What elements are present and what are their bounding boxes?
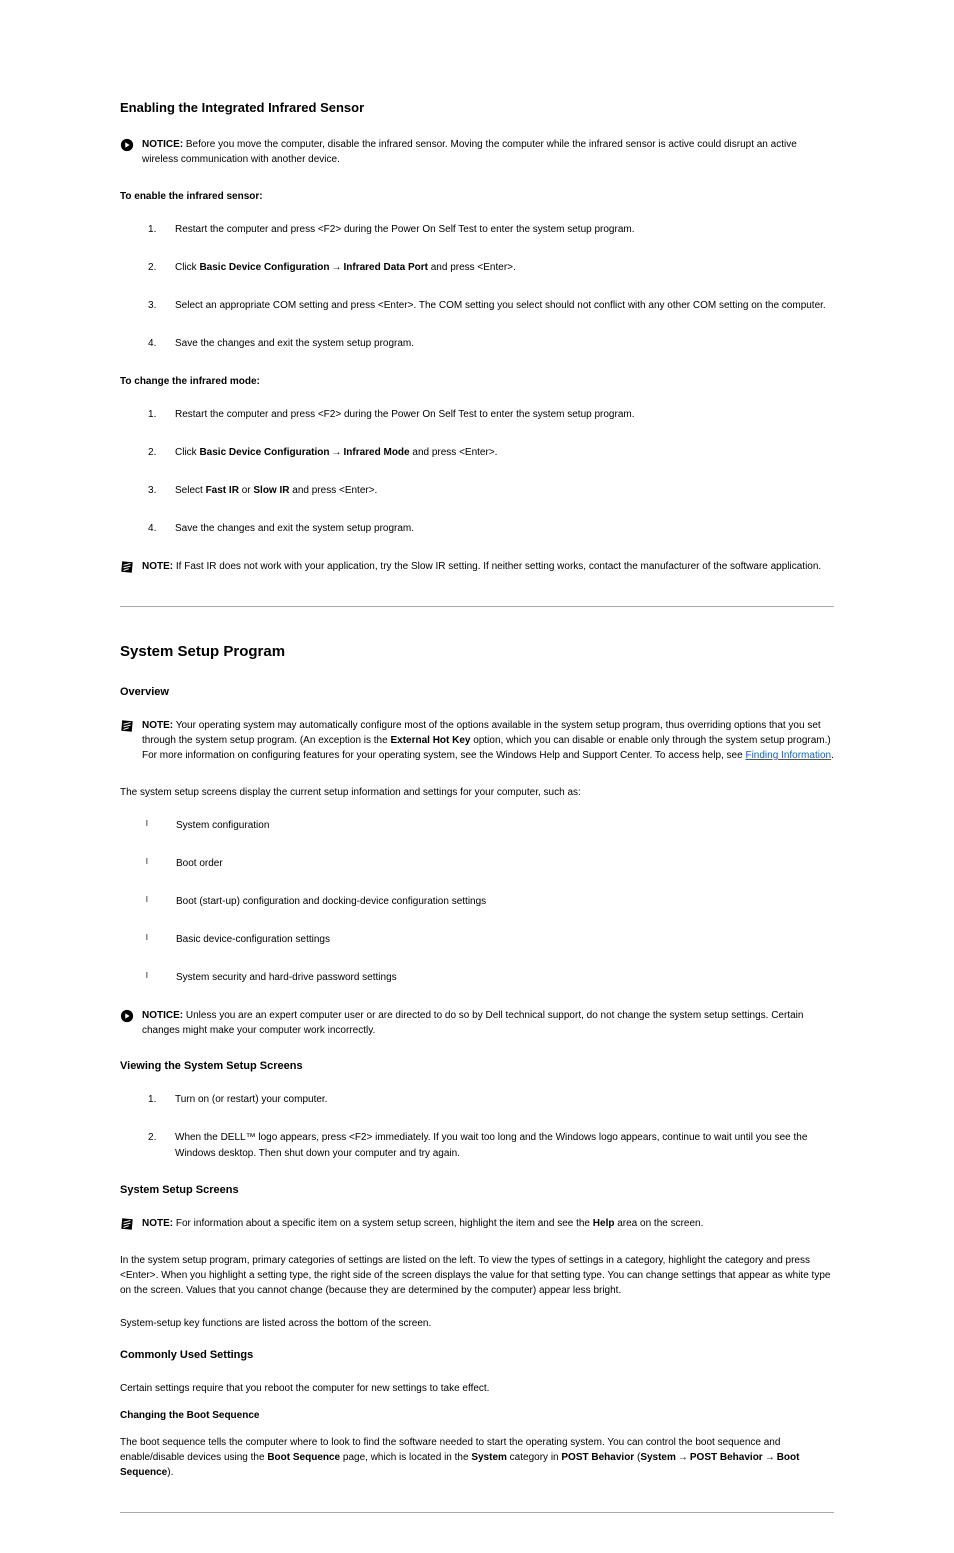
viewing-steps: Turn on (or restart) your computer. When… xyxy=(120,1092,834,1162)
boot-sequence-para: The boot sequence tells the computer whe… xyxy=(120,1435,834,1480)
step: Click Basic Device Configuration→Infrare… xyxy=(120,260,834,276)
step: Save the changes and exit the system set… xyxy=(120,521,834,537)
screens-para1: In the system setup program, primary cat… xyxy=(120,1253,834,1298)
notice-body: Before you move the computer, disable th… xyxy=(142,139,797,165)
note-icon xyxy=(120,719,134,733)
section-divider xyxy=(120,1512,834,1513)
notice-text: NOTICE: Unless you are an expert compute… xyxy=(142,1008,834,1038)
arrow-icon: → xyxy=(676,1452,690,1463)
notice-block: NOTICE: Before you move the computer, di… xyxy=(120,137,834,167)
finding-information-link[interactable]: Finding Information xyxy=(745,750,831,761)
screens-para2: System-setup key functions are listed ac… xyxy=(120,1316,834,1331)
note-icon xyxy=(120,560,134,574)
step: When the DELL™ logo appears, press <F2> … xyxy=(120,1130,834,1162)
note-body: If Fast IR does not work with your appli… xyxy=(176,561,821,572)
notice-block: NOTICE: Unless you are an expert compute… xyxy=(120,1008,834,1038)
overview-para: The system setup screens display the cur… xyxy=(120,785,834,800)
note-block: NOTE: For information about a specific i… xyxy=(120,1216,834,1231)
step: Click Basic Device Configuration→Infrare… xyxy=(120,445,834,461)
viewing-heading: Viewing the System Setup Screens xyxy=(120,1060,834,1072)
overview-heading: Overview xyxy=(120,686,834,698)
list-item: Boot (start-up) configuration and dockin… xyxy=(146,894,834,910)
step: Restart the computer and press <F2> duri… xyxy=(120,222,834,238)
section-heading-syssetup: System Setup Program xyxy=(120,643,834,660)
settings-list: System configuration Boot order Boot (st… xyxy=(120,818,834,986)
chboot-heading: Changing the Boot Sequence xyxy=(120,1408,834,1423)
section-divider xyxy=(120,606,834,607)
list-item: System security and hard-drive password … xyxy=(146,970,834,986)
screens-heading: System Setup Screens xyxy=(120,1184,834,1196)
note-icon xyxy=(120,1217,134,1231)
notice-icon xyxy=(120,1009,134,1023)
arrow-icon: → xyxy=(763,1452,777,1463)
step: Select an appropriate COM setting and pr… xyxy=(120,298,834,314)
step: Select Fast IR or Slow IR and press <Ent… xyxy=(120,483,834,499)
change-heading: To change the infrared mode: xyxy=(120,374,834,389)
note-text: NOTE: For information about a specific i… xyxy=(142,1216,703,1231)
note-text: NOTE: Your operating system may automati… xyxy=(142,718,834,763)
note-text: NOTE: If Fast IR does not work with your… xyxy=(142,559,821,574)
notice-text: NOTICE: Before you move the computer, di… xyxy=(142,137,834,167)
step: Turn on (or restart) your computer. xyxy=(120,1092,834,1108)
arrow-icon: → xyxy=(329,262,343,273)
notice-body: Unless you are an expert computer user o… xyxy=(142,1010,803,1036)
note-block: NOTE: If Fast IR does not work with your… xyxy=(120,559,834,574)
enable-heading: To enable the infrared sensor: xyxy=(120,189,834,204)
note-body: For information about a specific item on… xyxy=(176,1218,704,1229)
list-item: Basic device-configuration settings xyxy=(146,932,834,948)
common-para: Certain settings require that you reboot… xyxy=(120,1381,834,1396)
list-item: System configuration xyxy=(146,818,834,834)
section-heading-infrared: Enabling the Integrated Infrared Sensor xyxy=(120,100,834,115)
common-heading: Commonly Used Settings xyxy=(120,1349,834,1361)
step: Save the changes and exit the system set… xyxy=(120,336,834,352)
notice-icon xyxy=(120,138,134,152)
list-item: Boot order xyxy=(146,856,834,872)
step: Restart the computer and press <F2> duri… xyxy=(120,407,834,423)
arrow-icon: → xyxy=(329,447,343,458)
enable-steps: Restart the computer and press <F2> duri… xyxy=(120,222,834,352)
change-steps: Restart the computer and press <F2> duri… xyxy=(120,407,834,537)
note-block: NOTE: Your operating system may automati… xyxy=(120,718,834,763)
